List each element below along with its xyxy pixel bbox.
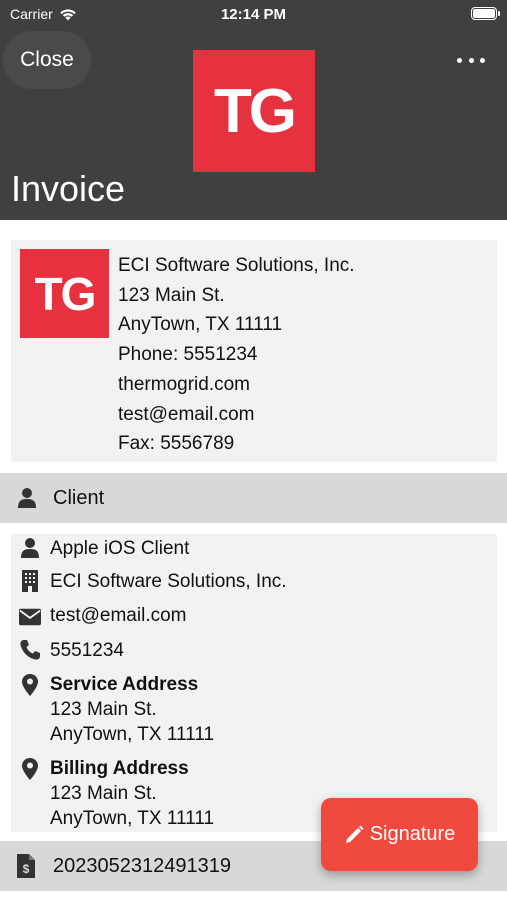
billing-address-label: Billing Address [50, 758, 189, 779]
signature-button[interactable]: Signature [321, 798, 478, 871]
building-icon [22, 570, 38, 592]
invoice-number: 2023052312491319 [53, 854, 231, 877]
service-address-line1: 123 Main St. [50, 699, 157, 720]
client-name: Apple iOS Client [50, 538, 190, 559]
person-icon [18, 488, 36, 508]
svg-text:$: $ [23, 862, 30, 876]
status-bar: Carrier 12:14 PM [0, 0, 507, 30]
service-address-label: Service Address [50, 674, 199, 695]
header-logo: TG [193, 50, 315, 172]
company-fax: Fax: 5556789 [118, 433, 235, 455]
pencil-icon [345, 825, 364, 843]
company-street: 123 Main St. [118, 284, 225, 306]
invoice-document-icon: $ [17, 854, 35, 878]
billing-address-line2: AnyTown, TX 11111 [50, 808, 215, 829]
signature-label: Signature [369, 823, 456, 845]
close-button[interactable]: Close [3, 31, 91, 89]
service-address-line2: AnyTown, TX 11111 [50, 724, 215, 745]
billing-address: Billing Address 123 Main St. AnyTown, TX… [50, 756, 214, 831]
person-icon [21, 538, 39, 558]
header: Carrier 12:14 PM Close TG Invoice [0, 0, 507, 220]
location-pin-icon [22, 674, 38, 696]
status-time: 12:14 PM [220, 6, 287, 23]
service-address: Service Address 123 Main St. AnyTown, TX… [50, 672, 214, 747]
billing-address-line1: 123 Main St. [50, 783, 157, 804]
company-phone[interactable]: Phone: 5551234 [118, 340, 355, 370]
client-phone[interactable]: 5551234 [50, 638, 124, 663]
company-logo: TG [20, 249, 109, 338]
client-company: ECI Software Solutions, Inc. [50, 571, 287, 592]
company-city: AnyTown, TX 11111 [118, 314, 283, 336]
page-title: Invoice [11, 168, 126, 209]
more-options-icon[interactable] [457, 50, 485, 70]
location-pin-icon [22, 758, 38, 780]
company-email[interactable]: test@email.com [118, 400, 355, 430]
client-card: Apple iOS Client ECI Software Solutions,… [11, 534, 497, 832]
client-email[interactable]: test@email.com [50, 603, 187, 628]
envelope-icon [19, 608, 41, 626]
company-details: ECI Software Solutions, Inc. 123 Main St… [118, 251, 355, 459]
battery-icon [471, 7, 500, 20]
company-website[interactable]: thermogrid.com [118, 370, 355, 400]
company-card: TG ECI Software Solutions, Inc. 123 Main… [11, 240, 497, 462]
client-heading: Client [53, 486, 105, 509]
phone-icon [20, 640, 40, 660]
client-section-header: Client [0, 473, 507, 523]
company-name: ECI Software Solutions, Inc. [118, 255, 355, 276]
